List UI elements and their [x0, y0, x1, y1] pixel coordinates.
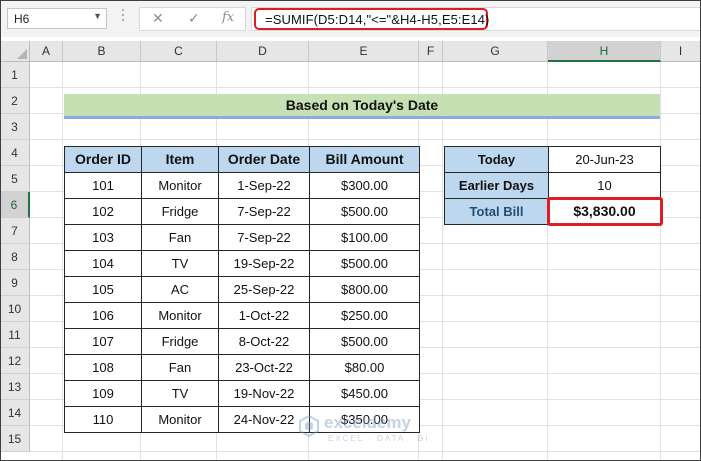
cancel-icon[interactable]: ✕: [152, 10, 164, 27]
column-header-f[interactable]: F: [419, 41, 443, 62]
result-highlight: [547, 197, 663, 226]
row-header-12[interactable]: 12: [0, 348, 30, 374]
cell-order-id[interactable]: 102: [64, 198, 142, 225]
cell-bill-amount[interactable]: $500.00: [309, 250, 420, 277]
cell-bill-amount[interactable]: $500.00: [309, 328, 420, 355]
cell-bill-amount[interactable]: $250.00: [309, 302, 420, 329]
cell-order-id[interactable]: 101: [64, 172, 142, 199]
cell-item[interactable]: Monitor: [141, 302, 219, 329]
row-header-13[interactable]: 13: [0, 374, 30, 400]
column-header-c[interactable]: C: [141, 41, 217, 62]
gridline: [30, 139, 701, 140]
cell-order-date[interactable]: 19-Nov-22: [218, 380, 310, 407]
cell-bill-amount[interactable]: $500.00: [309, 198, 420, 225]
cell-order-date[interactable]: 25-Sep-22: [218, 276, 310, 303]
cell-item[interactable]: Fridge: [141, 198, 219, 225]
sheet-title[interactable]: Based on Today's Date: [64, 94, 660, 119]
gridline: [30, 87, 701, 88]
cell-item[interactable]: TV: [141, 380, 219, 407]
formula-bar: H6 ▼ ✕ ✓ fx =SUMIF(D5:D14,"<="&H4-H5,E5:…: [1, 1, 701, 37]
row-header-4[interactable]: 4: [0, 140, 30, 166]
row-header-11[interactable]: 11: [0, 322, 30, 348]
gridline: [547, 62, 548, 461]
row-header-3[interactable]: 3: [0, 114, 30, 140]
cell-item[interactable]: TV: [141, 250, 219, 277]
cell-order-date[interactable]: 7-Sep-22: [218, 224, 310, 251]
row-header-5[interactable]: 5: [0, 166, 30, 192]
formula-text[interactable]: =SUMIF(D5:D14,"<="&H4-H5,E5:E14): [265, 12, 490, 27]
column-header-d[interactable]: D: [217, 41, 309, 62]
drag-handle-icon[interactable]: [122, 9, 125, 27]
row-header-14[interactable]: 14: [0, 400, 30, 426]
today-label[interactable]: Today: [444, 146, 549, 173]
cell-item[interactable]: Fridge: [141, 328, 219, 355]
column-header-e[interactable]: E: [309, 41, 419, 62]
column-header-a[interactable]: A: [30, 41, 63, 62]
excel-window: H6 ▼ ✕ ✓ fx =SUMIF(D5:D14,"<="&H4-H5,E5:…: [0, 0, 701, 461]
column-header-i[interactable]: I: [661, 41, 701, 62]
total-bill-label[interactable]: Total Bill: [444, 198, 549, 225]
cell-order-id[interactable]: 103: [64, 224, 142, 251]
column-header-b[interactable]: B: [63, 41, 141, 62]
cell-order-date[interactable]: 1-Oct-22: [218, 302, 310, 329]
cell-order-date[interactable]: 23-Oct-22: [218, 354, 310, 381]
cell-order-date[interactable]: 7-Sep-22: [218, 198, 310, 225]
row-header-9[interactable]: 9: [0, 270, 30, 296]
cell-order-id[interactable]: 106: [64, 302, 142, 329]
cell-order-date[interactable]: 24-Nov-22: [218, 406, 310, 433]
row-header-10[interactable]: 10: [0, 296, 30, 322]
watermark-tagline: EXCEL · DATA · BI: [328, 434, 430, 443]
formula-highlight: =SUMIF(D5:D14,"<="&H4-H5,E5:E14): [254, 8, 490, 30]
cell-item[interactable]: Fan: [141, 354, 219, 381]
cell-item[interactable]: Monitor: [141, 406, 219, 433]
row-header-1[interactable]: 1: [0, 62, 30, 88]
cell-order-id[interactable]: 104: [64, 250, 142, 277]
name-box-value: H6: [14, 12, 30, 26]
cell-bill-amount[interactable]: $100.00: [309, 224, 420, 251]
earlier-days-value[interactable]: 10: [548, 172, 661, 199]
cell-bill-amount[interactable]: $800.00: [309, 276, 420, 303]
watermark: exceldemy EXCEL · DATA · BI: [298, 411, 468, 451]
select-all-button[interactable]: [0, 41, 30, 62]
cell-bill-amount[interactable]: $450.00: [309, 380, 420, 407]
header-order-id[interactable]: Order ID: [64, 146, 142, 173]
row-header-7[interactable]: 7: [0, 218, 30, 244]
cell-order-date[interactable]: 8-Oct-22: [218, 328, 310, 355]
column-header-h[interactable]: H: [548, 41, 661, 62]
cell-order-date[interactable]: 19-Sep-22: [218, 250, 310, 277]
earlier-days-label[interactable]: Earlier Days: [444, 172, 549, 199]
chevron-down-icon[interactable]: ▼: [93, 11, 102, 21]
insert-function-icon[interactable]: fx: [222, 10, 234, 25]
column-header-g[interactable]: G: [443, 41, 548, 62]
header-bill-amount[interactable]: Bill Amount: [309, 146, 420, 173]
cell-order-id[interactable]: 105: [64, 276, 142, 303]
cell-bill-amount[interactable]: $80.00: [309, 354, 420, 381]
cell-order-id[interactable]: 109: [64, 380, 142, 407]
cell-item[interactable]: Monitor: [141, 172, 219, 199]
header-order-date[interactable]: Order Date: [218, 146, 310, 173]
exceldemy-logo-icon: [299, 415, 319, 437]
gridline: [30, 451, 701, 452]
watermark-name: exceldemy: [324, 413, 411, 432]
cell-bill-amount[interactable]: $300.00: [309, 172, 420, 199]
name-box[interactable]: H6 ▼: [7, 8, 107, 29]
cell-order-id[interactable]: 107: [64, 328, 142, 355]
formula-bar-buttons: ✕ ✓ fx: [139, 7, 246, 31]
gridline: [62, 62, 63, 461]
cell-item[interactable]: Fan: [141, 224, 219, 251]
cell-order-date[interactable]: 1-Sep-22: [218, 172, 310, 199]
row-header-2[interactable]: 2: [0, 88, 30, 114]
row-header-8[interactable]: 8: [0, 244, 30, 270]
gridline: [660, 62, 661, 461]
cell-order-id[interactable]: 108: [64, 354, 142, 381]
cell-order-id[interactable]: 110: [64, 406, 142, 433]
header-item[interactable]: Item: [141, 146, 219, 173]
row-header-15[interactable]: 15: [0, 426, 30, 452]
enter-icon[interactable]: ✓: [188, 10, 200, 27]
gridline: [442, 62, 443, 461]
today-value[interactable]: 20-Jun-23: [548, 146, 661, 173]
cell-item[interactable]: AC: [141, 276, 219, 303]
row-header-6[interactable]: 6: [0, 192, 30, 218]
